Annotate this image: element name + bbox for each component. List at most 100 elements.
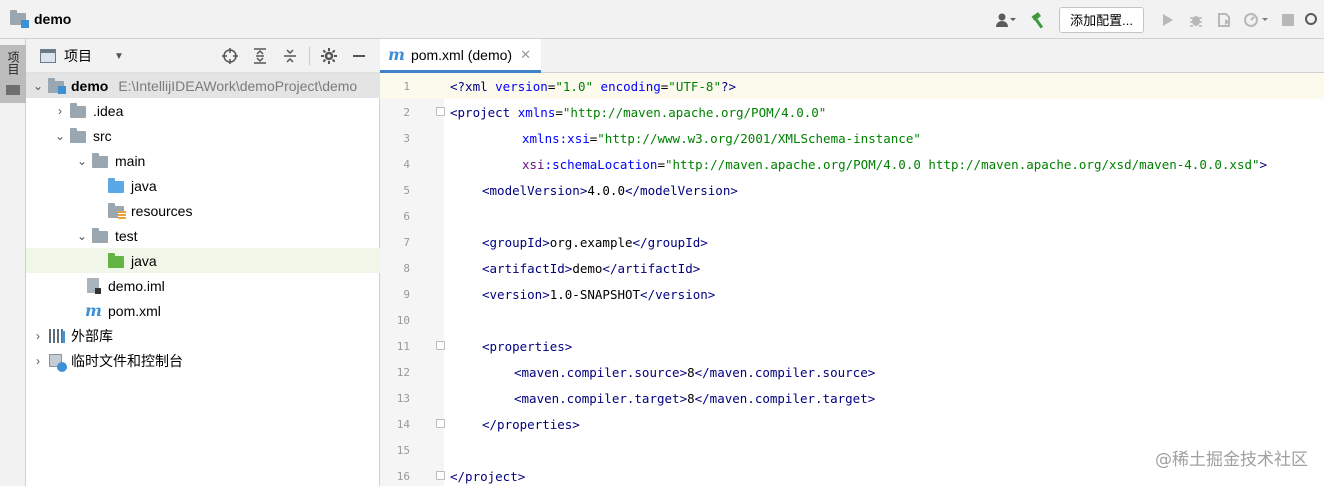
tree-label: main <box>115 152 146 169</box>
chevron-down-icon[interactable]: ⌄ <box>30 79 46 93</box>
tab-pom-xml[interactable]: m pom.xml (demo) ✕ <box>380 39 541 73</box>
code-token: version <box>495 78 548 94</box>
code-token: "http://maven.apache.org/POM/4.0.0 http:… <box>665 156 1260 172</box>
code-token: "http://www.w3.org/2001/XMLSchema-instan… <box>597 130 921 146</box>
chevron-down-icon[interactable]: ⌄ <box>52 129 68 143</box>
folder-icon <box>70 127 88 144</box>
search-icon[interactable] <box>1302 6 1324 34</box>
code-token: </maven.compiler.source> <box>694 364 876 380</box>
chevron-down-icon[interactable]: ⌄ <box>74 229 90 243</box>
tree-row-idea[interactable]: › .idea <box>26 98 380 123</box>
tree-row-resources[interactable]: resources <box>26 198 380 223</box>
add-configuration-button[interactable]: 添加配置... <box>1059 6 1144 33</box>
code-line: 8 <artifactId>demo</artifactId> <box>380 255 1324 281</box>
tree-row-main[interactable]: ⌄ main <box>26 148 380 173</box>
coverage-icon[interactable] <box>1210 6 1238 34</box>
tree-row-pom[interactable]: m pom.xml <box>26 298 380 323</box>
tab-label: pom.xml (demo) <box>410 46 513 63</box>
code-text: <groupId>org.example</groupId> <box>450 235 708 250</box>
code-token: </artifactId> <box>602 260 701 276</box>
chevron-right-icon[interactable]: › <box>30 354 46 368</box>
code-line: 13 <maven.compiler.target>8</maven.compi… <box>380 385 1324 411</box>
code-token: org.example <box>549 234 633 250</box>
module-folder-icon <box>48 77 66 94</box>
tree-label: pom.xml <box>108 302 161 319</box>
tree-label: src <box>93 127 112 144</box>
chevron-down-icon[interactable]: ▼ <box>114 51 124 62</box>
code-line: 9 <version>1.0-SNAPSHOT</version> <box>380 281 1324 307</box>
line-number: 7 <box>403 235 410 249</box>
code-line: 10 <box>380 307 1324 333</box>
code-text: <properties> <box>450 339 572 354</box>
tree-label: demo.iml <box>108 277 165 294</box>
chevron-right-icon[interactable]: › <box>30 329 46 343</box>
tree-label: java <box>131 252 157 269</box>
tree-row-demo-iml[interactable]: demo.iml <box>26 273 380 298</box>
code-token: </project> <box>450 468 526 484</box>
line-number: 14 <box>396 417 410 431</box>
code-token: xmlns <box>517 104 556 120</box>
locate-crosshair-icon[interactable] <box>215 41 245 71</box>
library-icon <box>48 328 66 344</box>
tree-row-src[interactable]: ⌄ src <box>26 123 380 148</box>
tree-row-scratches[interactable]: › 临时文件和控制台 <box>26 348 380 373</box>
navigation-bar: demo 添加配置... <box>0 0 1324 39</box>
build-hammer-icon[interactable] <box>1025 6 1053 34</box>
project-view-selector[interactable]: 项目 ▼ <box>40 46 124 66</box>
gear-icon[interactable] <box>314 41 344 71</box>
chevron-down-icon[interactable]: ⌄ <box>74 154 90 168</box>
code-token: <project <box>450 104 518 120</box>
code-line: 6 <box>380 203 1324 229</box>
close-icon[interactable]: ✕ <box>520 47 531 63</box>
code-token: </maven.compiler.target> <box>694 390 876 406</box>
source-folder-icon <box>108 177 126 194</box>
user-icon[interactable] <box>987 6 1025 34</box>
code-text: <modelVersion>4.0.0</modelVersion> <box>450 183 738 198</box>
code-text: xsi:schemaLocation="http://maven.apache.… <box>450 157 1267 172</box>
expand-all-icon[interactable] <box>245 41 275 71</box>
debug-bug-icon[interactable] <box>1182 6 1210 34</box>
collapse-all-icon[interactable] <box>275 41 305 71</box>
breadcrumb[interactable]: demo <box>10 8 71 30</box>
code-token: xsi <box>522 156 545 172</box>
run-icon[interactable] <box>1154 6 1182 34</box>
folder-icon <box>6 85 20 95</box>
tool-window-strip: 项目 <box>0 39 26 486</box>
project-tree: ⌄ demo E:\IntellijIDEAWork\demoProject\d… <box>26 73 380 373</box>
code-token: 8 <box>687 390 695 406</box>
fold-marker-icon[interactable] <box>436 107 445 116</box>
editor: m pom.xml (demo) ✕ 1 <?xml version="1.0"… <box>380 39 1324 486</box>
code-area[interactable]: 1 <?xml version="1.0" encoding="UTF-8"?>… <box>380 73 1324 486</box>
fold-marker-icon[interactable] <box>436 419 445 428</box>
code-text: <version>1.0-SNAPSHOT</version> <box>450 287 715 302</box>
fold-marker-icon[interactable] <box>436 471 445 480</box>
tree-row-main-java[interactable]: java <box>26 173 380 198</box>
line-number: 4 <box>403 157 410 171</box>
tree-row-test[interactable]: ⌄ test <box>26 223 380 248</box>
profiler-icon[interactable] <box>1238 6 1274 34</box>
code-text: <artifactId>demo</artifactId> <box>450 261 700 276</box>
project-panel-title: 项目 <box>64 48 92 64</box>
code-token: <maven.compiler.source> <box>514 364 688 380</box>
hide-panel-icon[interactable] <box>344 41 374 71</box>
line-number: 3 <box>403 131 410 145</box>
code-text: </project> <box>450 469 525 484</box>
project-tool-tab[interactable]: 项目 <box>0 45 26 103</box>
breadcrumb-project-name[interactable]: demo <box>34 11 71 27</box>
code-token: </groupId> <box>632 234 708 250</box>
tree-row-external-libraries[interactable]: › 外部库 <box>26 323 380 348</box>
fold-marker-icon[interactable] <box>436 341 445 350</box>
code-token: <maven.compiler.target> <box>514 390 688 406</box>
chevron-right-icon[interactable]: › <box>52 104 68 118</box>
code-token: "UTF-8" <box>668 78 721 94</box>
code-line: 7 <groupId>org.example</groupId> <box>380 229 1324 255</box>
tree-row-demo[interactable]: ⌄ demo E:\IntellijIDEAWork\demoProject\d… <box>26 73 380 98</box>
stop-icon[interactable] <box>1274 6 1302 34</box>
folder-icon <box>92 227 110 244</box>
tree-label: 外部库 <box>71 327 113 344</box>
tree-row-test-java[interactable]: java <box>26 248 380 273</box>
code-token: ?> <box>720 78 737 94</box>
line-number: 8 <box>403 261 410 275</box>
tree-path: E:\IntellijIDEAWork\demoProject\demo <box>118 77 358 94</box>
